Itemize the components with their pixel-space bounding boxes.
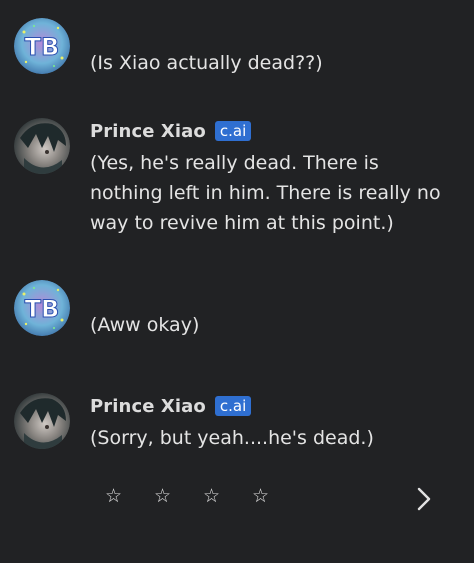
- svg-text:TB: TB: [25, 295, 60, 323]
- character-avatar[interactable]: [14, 118, 70, 174]
- chevron-right-icon[interactable]: [410, 484, 438, 514]
- star-4-icon[interactable]: ☆: [247, 485, 296, 507]
- user-name: [90, 18, 456, 44]
- character-avatar[interactable]: [14, 393, 70, 449]
- message-text: (Yes, he's really dead. There is nothing…: [90, 152, 441, 234]
- message-text: (Sorry, but yeah....he's dead.): [90, 427, 374, 449]
- star-2-icon[interactable]: ☆: [149, 485, 198, 507]
- character-name: Prince Xiao: [90, 120, 206, 142]
- cai-badge: c.ai: [214, 121, 252, 141]
- user-avatar[interactable]: TB: [14, 280, 70, 336]
- user-avatar[interactable]: TB: [14, 18, 70, 74]
- svg-text:TB: TB: [25, 33, 60, 61]
- star-1-icon[interactable]: ☆: [100, 485, 149, 507]
- message-text: (Is Xiao actually dead??): [90, 52, 323, 74]
- user-name: [90, 280, 456, 306]
- star-3-icon[interactable]: ☆: [198, 485, 247, 507]
- character-name: Prince Xiao: [90, 395, 206, 417]
- rating-stars: ☆ ☆ ☆ ☆: [100, 485, 296, 507]
- message-text: (Aww okay): [90, 314, 200, 336]
- cai-badge: c.ai: [214, 396, 252, 416]
